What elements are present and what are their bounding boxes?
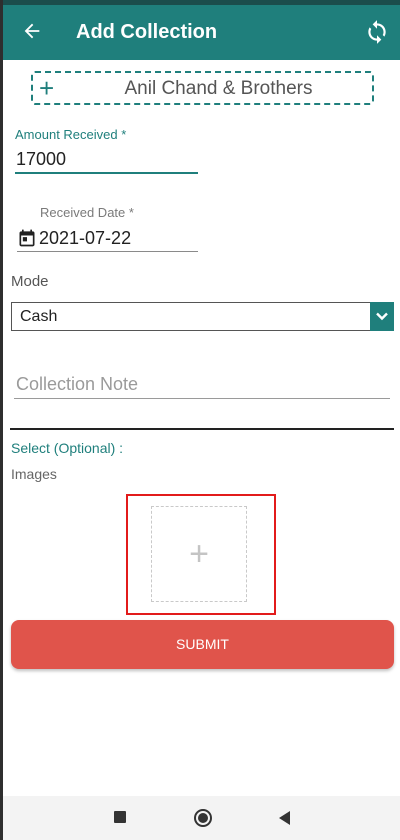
- section-divider: [10, 428, 394, 430]
- page-title: Add Collection: [76, 21, 218, 43]
- mode-selected-value: Cash: [20, 308, 58, 325]
- left-edge: [0, 0, 3, 840]
- images-label: Images: [11, 466, 57, 482]
- amount-input[interactable]: 17000: [16, 149, 66, 170]
- note-underline: [14, 398, 390, 399]
- submit-label: SUBMIT: [176, 636, 229, 652]
- select-optional-label: Select (Optional) :: [11, 440, 124, 456]
- customer-selector[interactable]: + Anil Chand & Brothers: [31, 71, 374, 105]
- mode-select[interactable]: Cash: [11, 302, 394, 331]
- app-bar: Add Collection: [0, 5, 400, 60]
- mode-dropdown-button[interactable]: [370, 302, 394, 331]
- calendar-icon[interactable]: [17, 228, 37, 248]
- triangle-back-icon[interactable]: [276, 809, 292, 827]
- submit-button[interactable]: SUBMIT: [11, 620, 394, 669]
- system-nav-bar: [0, 796, 400, 840]
- date-underline: [17, 251, 198, 252]
- plus-icon: +: [189, 535, 209, 573]
- amount-underline: [15, 172, 198, 174]
- amount-label: Amount Received *: [15, 127, 127, 142]
- mode-label: Mode: [11, 273, 49, 290]
- customer-name: Anil Chand & Brothers: [124, 78, 313, 99]
- chevron-down-icon: [376, 312, 388, 321]
- screen: Add Collection + Anil Chand & Brothers A…: [0, 0, 400, 840]
- date-label: Received Date *: [40, 205, 134, 220]
- add-image-button[interactable]: +: [151, 506, 247, 602]
- collection-note-input[interactable]: Collection Note: [16, 374, 138, 395]
- sync-icon[interactable]: [364, 19, 390, 45]
- square-icon[interactable]: [114, 811, 126, 823]
- arrow-left-icon[interactable]: [21, 20, 43, 42]
- add-icon: +: [39, 73, 55, 103]
- circle-icon[interactable]: [193, 808, 213, 828]
- date-input[interactable]: 2021-07-22: [39, 228, 131, 249]
